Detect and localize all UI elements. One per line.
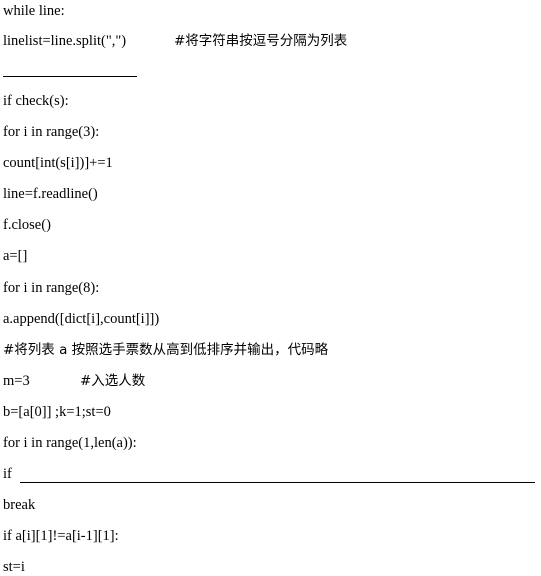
blank-line-2[interactable] [20, 482, 535, 483]
blank-line-1[interactable] [3, 76, 137, 77]
code-line-a-append: a.append([dict[i],count[i]]) [3, 311, 160, 327]
code-line-if-compare: if a[i][1]!=a[i-1][1]: [3, 528, 119, 544]
inline-comment-selected-count: #入选人数 [80, 373, 146, 389]
comment-line-sort-output: #将列表 a 按照选手票数从高到低排序并输出，代码略 [3, 342, 329, 358]
code-line-count-increment: count[int(s[i])]+=1 [3, 155, 113, 171]
code-line-m-assign: m=3 [3, 373, 30, 389]
code-line-for-range-8: for i in range(8): [3, 280, 100, 296]
code-line-for-range-3: for i in range(3): [3, 124, 100, 140]
code-line-st-assign: st=i [3, 559, 25, 575]
inline-comment-split-to-list: #将字符串按逗号分隔为列表 [174, 33, 348, 49]
code-line-for-range-len-a: for i in range(1,len(a)): [3, 435, 137, 451]
code-line-readline: line=f.readline() [3, 186, 98, 202]
code-line-while: while line: [3, 3, 65, 19]
code-line-a-empty-list: a=[] [3, 248, 28, 264]
code-line-linelist-split: linelist=line.split(",") [3, 33, 127, 49]
code-line-fclose: f.close() [3, 217, 51, 233]
code-line-if-blank: if [3, 466, 12, 482]
code-line-b-init: b=[a[0]] ;k=1;st=0 [3, 404, 111, 420]
document-page: while line: linelist=line.split(",") if … [0, 0, 541, 576]
code-line-if-check: if check(s): [3, 93, 69, 109]
code-line-break: break [3, 497, 36, 513]
